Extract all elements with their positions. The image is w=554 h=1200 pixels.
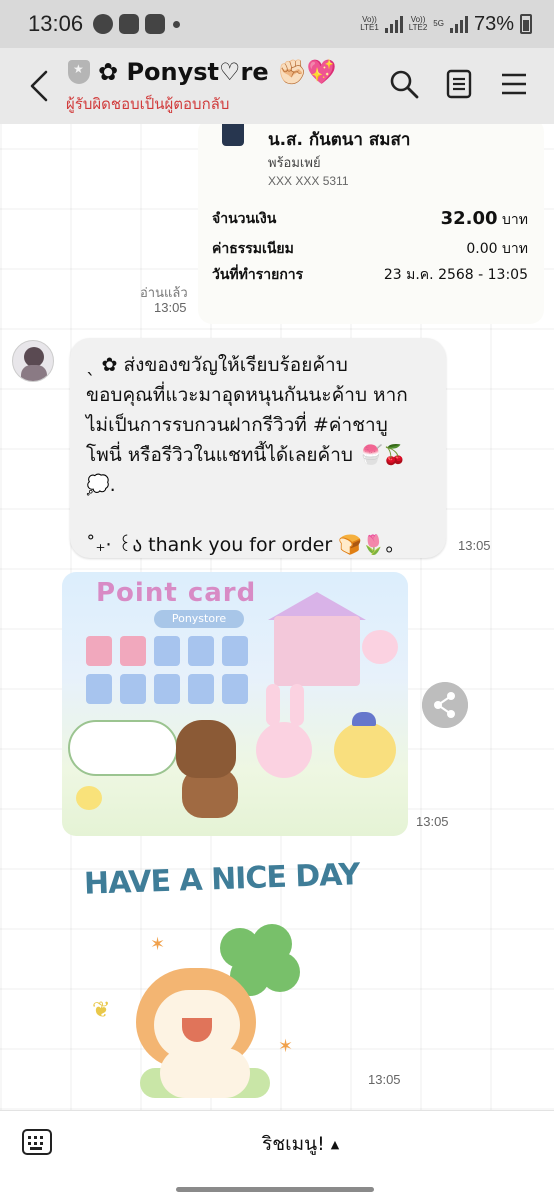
menu-icon[interactable] (498, 68, 530, 100)
have-a-nice-day-sticker[interactable]: HAVE A NICE DAY ❦ ✶ ✶ (80, 848, 360, 1098)
home-indicator[interactable] (176, 1187, 374, 1192)
gallery-notification-icon (145, 14, 166, 34)
amount-label: จำนวนเงิน (212, 211, 277, 227)
amount-unit: บาท (502, 212, 528, 228)
sticker-text: HAVE A NICE DAY (83, 857, 360, 902)
clover-leaf (260, 952, 300, 992)
rich-menu-label: ริชเมนู! (262, 1133, 325, 1155)
point-card-title: Point card (96, 578, 257, 608)
more-notifications-icon (173, 20, 181, 28)
bottom-bar: ริชเมนู! ▲ (0, 1110, 554, 1200)
squirrel-body (160, 1048, 250, 1098)
message-time: 13:05 (154, 300, 187, 315)
tiktok-notification-icon (119, 14, 140, 34)
rich-menu-toggle[interactable]: ริชเมนู! ▲ (262, 1129, 339, 1159)
chat-header: ✿ Ponyst♡re ✊🏻💖 ผู้รับผิดชอบเป็นผู้ตอบกล… (0, 48, 554, 124)
bunny-ear-illustration (290, 684, 304, 726)
castle-illustration (274, 616, 360, 686)
chat-area[interactable]: น.ส. กันตนา สมสา พร้อมเพย์ XXX XXX 5311 … (0, 124, 554, 1110)
point-card-subtitle: Ponystore (154, 610, 244, 628)
message-time: 13:05 (368, 1072, 401, 1087)
signal-2-icon (449, 15, 468, 33)
amount-value: 32.00 (440, 208, 498, 229)
bunny-ear-illustration (266, 684, 280, 726)
chat-title[interactable]: ✿ Ponyst♡re ✊🏻💖 (98, 58, 337, 86)
stamp-slot (86, 674, 112, 704)
bear-illustration (176, 720, 236, 778)
back-arrow-icon[interactable] (26, 68, 52, 104)
recipient-name: น.ส. กันตนา สมสา (268, 130, 411, 150)
notes-icon[interactable] (443, 68, 475, 100)
fee-row: ค่าธรรมเนียม 0.00 บาท (212, 238, 528, 260)
bank-app-icon (222, 124, 244, 146)
butterfly-icon: ❦ (92, 998, 111, 1023)
caret-up-icon: ▲ (330, 1138, 340, 1151)
stamp-slot (120, 636, 146, 666)
sparkle-icon: ✶ (278, 1036, 294, 1057)
verified-shield-icon (68, 60, 90, 84)
fee-label: ค่าธรรมเนียม (212, 241, 294, 257)
chick-illustration (76, 786, 102, 810)
status-time: 13:06 (28, 11, 84, 36)
sim1-label: Vo)) LTE1 (360, 15, 379, 32)
sparkle-icon: ✶ (150, 934, 166, 955)
date-value: 23 ม.ค. 2568 - 13:05 (383, 267, 528, 283)
fee-value: 0.00 (466, 241, 498, 257)
stamp-slot (120, 674, 146, 704)
status-bar: 13:06 Vo)) LTE1 Vo)) LTE2 5G 73% (0, 0, 554, 48)
yellow-cat-illustration (334, 722, 396, 778)
message-time: 13:05 (416, 814, 449, 829)
speech-bubble-illustration (68, 720, 178, 776)
point-card-image[interactable]: Point card Ponystore (62, 572, 408, 836)
signal-1-icon (384, 15, 403, 33)
stamp-slot (86, 636, 112, 666)
message-text: ˎ ✿ ส่งของขวัญให้เรียบร้อยค้าบ ขอบคุณที่… (86, 354, 408, 556)
message-time: 13:05 (458, 538, 491, 553)
keyboard-icon[interactable] (22, 1129, 52, 1155)
battery-percent: 73% (473, 12, 514, 35)
fee-unit: บาท (502, 241, 528, 257)
search-icon[interactable] (388, 68, 420, 100)
stamp-slot (222, 674, 248, 704)
sim2-label: Vo)) LTE2 (408, 15, 428, 32)
stamp-slot (188, 674, 214, 704)
notification-icons (93, 14, 181, 34)
pink-bunny-illustration (256, 722, 312, 778)
stamp-slot (154, 674, 180, 704)
network-type: 5G (433, 19, 444, 28)
stamp-slot (154, 636, 180, 666)
hat-illustration (352, 712, 376, 726)
share-icon[interactable] (422, 682, 468, 728)
date-label: วันที่ทำรายการ (212, 267, 304, 283)
message-bubble[interactable]: ˎ ✿ ส่งของขวัญให้เรียบร้อยค้าบ ขอบคุณที่… (70, 338, 446, 558)
sender-avatar[interactable] (12, 340, 54, 382)
chat-subtitle: ผู้รับผิดชอบเป็นผู้ตอบกลับ (66, 95, 230, 113)
amount-row: จำนวนเงิน 32.00 บาท (212, 208, 528, 231)
stamp-slot (188, 636, 214, 666)
stamp-slot (222, 636, 248, 666)
payment-receipt-image[interactable]: น.ส. กันตนา สมสา พร้อมเพย์ XXX XXX 5311 … (198, 124, 544, 324)
account-number: XXX XXX 5311 (268, 174, 349, 188)
line-notification-icon (93, 14, 114, 34)
bunny-illustration (362, 630, 398, 664)
payment-method: พร้อมเพย์ (268, 156, 321, 171)
date-row: วันที่ทำรายการ 23 ม.ค. 2568 - 13:05 (212, 264, 528, 286)
battery-icon (520, 14, 532, 34)
